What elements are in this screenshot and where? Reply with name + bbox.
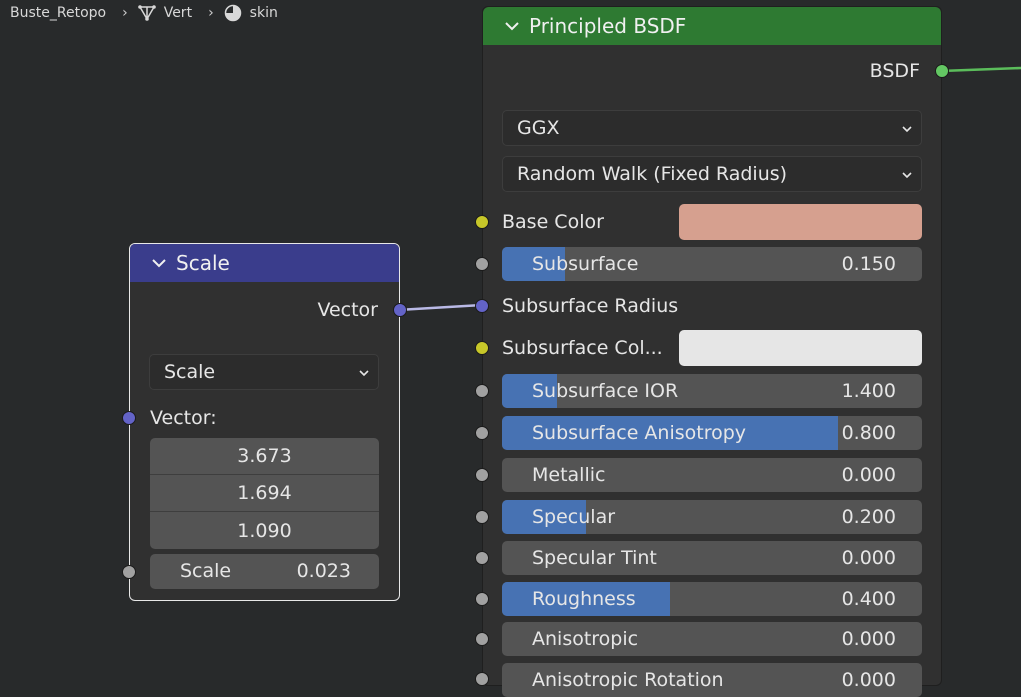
- vector-input-label: Vector:: [150, 407, 217, 429]
- scale-node-title: Scale: [176, 251, 230, 275]
- link-scale-to-subsurface-radius: [397, 303, 483, 312]
- mesh-data-icon: [137, 4, 156, 22]
- scale-output-socket[interactable]: [393, 303, 407, 317]
- bsdf-node-header[interactable]: Principled BSDF: [483, 7, 941, 45]
- subsurface-radius-socket[interactable]: [475, 299, 489, 313]
- roughness-slider[interactable]: Roughness 0.400: [502, 582, 922, 616]
- subsurface-anisotropy-slider[interactable]: Subsurface Anisotropy 0.800: [502, 416, 922, 450]
- distribution-dropdown[interactable]: GGX: [502, 110, 922, 146]
- scale-node[interactable]: Scale Vector Scale Vector: 3.673 1.694 1…: [122, 243, 407, 601]
- chevron-down-icon[interactable]: [505, 19, 519, 33]
- breadcrumb: Buste_Retopo › Vert › skin: [10, 3, 278, 23]
- breadcrumb-material[interactable]: skin: [250, 5, 278, 21]
- chevron-right-icon: ›: [122, 5, 128, 21]
- chevron-down-icon: [902, 126, 912, 133]
- metallic-socket[interactable]: [475, 468, 489, 482]
- scale-output-label: Vector: [317, 299, 378, 321]
- subsurface-method-dropdown[interactable]: Random Walk (Fixed Radius): [502, 156, 922, 192]
- breadcrumb-object[interactable]: Buste_Retopo: [10, 5, 106, 21]
- subsurface-slider[interactable]: Subsurface 0.150: [502, 247, 922, 281]
- bsdf-node-title: Principled BSDF: [529, 14, 687, 38]
- base-color-socket[interactable]: [475, 215, 489, 229]
- chevron-right-icon: ›: [208, 5, 214, 21]
- anisotropic-socket[interactable]: [475, 632, 489, 646]
- scale-field-value: 0.023: [296, 560, 351, 582]
- chevron-down-icon[interactable]: [152, 256, 166, 270]
- bsdf-output-label: BSDF: [869, 60, 920, 82]
- subsurface-radius-label: Subsurface Radius: [502, 295, 679, 317]
- vector-input-fields: 3.673 1.694 1.090: [150, 438, 379, 549]
- vector-y-field[interactable]: 1.694: [150, 475, 379, 512]
- subsurface-socket[interactable]: [475, 257, 489, 271]
- specular-socket[interactable]: [475, 510, 489, 524]
- chevron-down-icon: [902, 172, 912, 179]
- principled-bsdf-node[interactable]: Principled BSDF BSDF GGX Random Walk (Fi…: [475, 6, 949, 697]
- vector-input-socket[interactable]: [122, 411, 136, 425]
- anisotropic-rotation-socket[interactable]: [475, 672, 489, 686]
- base-color-label: Base Color: [502, 211, 604, 233]
- scale-operation-dropdown[interactable]: Scale: [149, 354, 379, 390]
- scale-input-socket[interactable]: [122, 565, 136, 579]
- subsurface-ior-socket[interactable]: [475, 384, 489, 398]
- subsurface-color-socket[interactable]: [475, 341, 489, 355]
- link-bsdf-output: [940, 66, 1021, 73]
- vector-z-field[interactable]: 1.090: [150, 512, 379, 549]
- chevron-down-icon: [359, 370, 369, 377]
- subsurface-color-label: Subsurface Col...: [502, 337, 663, 359]
- scale-node-header[interactable]: Scale: [130, 244, 399, 282]
- subsurface-color-swatch[interactable]: [679, 330, 922, 366]
- specular-tint-socket[interactable]: [475, 551, 489, 565]
- scale-value-field[interactable]: Scale 0.023: [150, 554, 379, 589]
- vector-x-field[interactable]: 3.673: [150, 438, 379, 475]
- roughness-socket[interactable]: [475, 592, 489, 606]
- subsurface-ior-slider[interactable]: Subsurface IOR 1.400: [502, 374, 922, 408]
- specular-slider[interactable]: Specular 0.200: [502, 500, 922, 534]
- base-color-swatch[interactable]: [679, 204, 922, 240]
- anisotropic-rotation-slider[interactable]: Anisotropic Rotation 0.000: [502, 663, 922, 697]
- metallic-slider[interactable]: Metallic 0.000: [502, 458, 922, 492]
- breadcrumb-mesh[interactable]: Vert: [164, 5, 192, 21]
- scale-field-label: Scale: [180, 560, 232, 582]
- anisotropic-slider[interactable]: Anisotropic 0.000: [502, 622, 922, 656]
- bsdf-output-socket[interactable]: [935, 64, 949, 78]
- material-icon: [224, 4, 242, 22]
- specular-tint-slider[interactable]: Specular Tint 0.000: [502, 541, 922, 575]
- subsurface-anisotropy-socket[interactable]: [475, 426, 489, 440]
